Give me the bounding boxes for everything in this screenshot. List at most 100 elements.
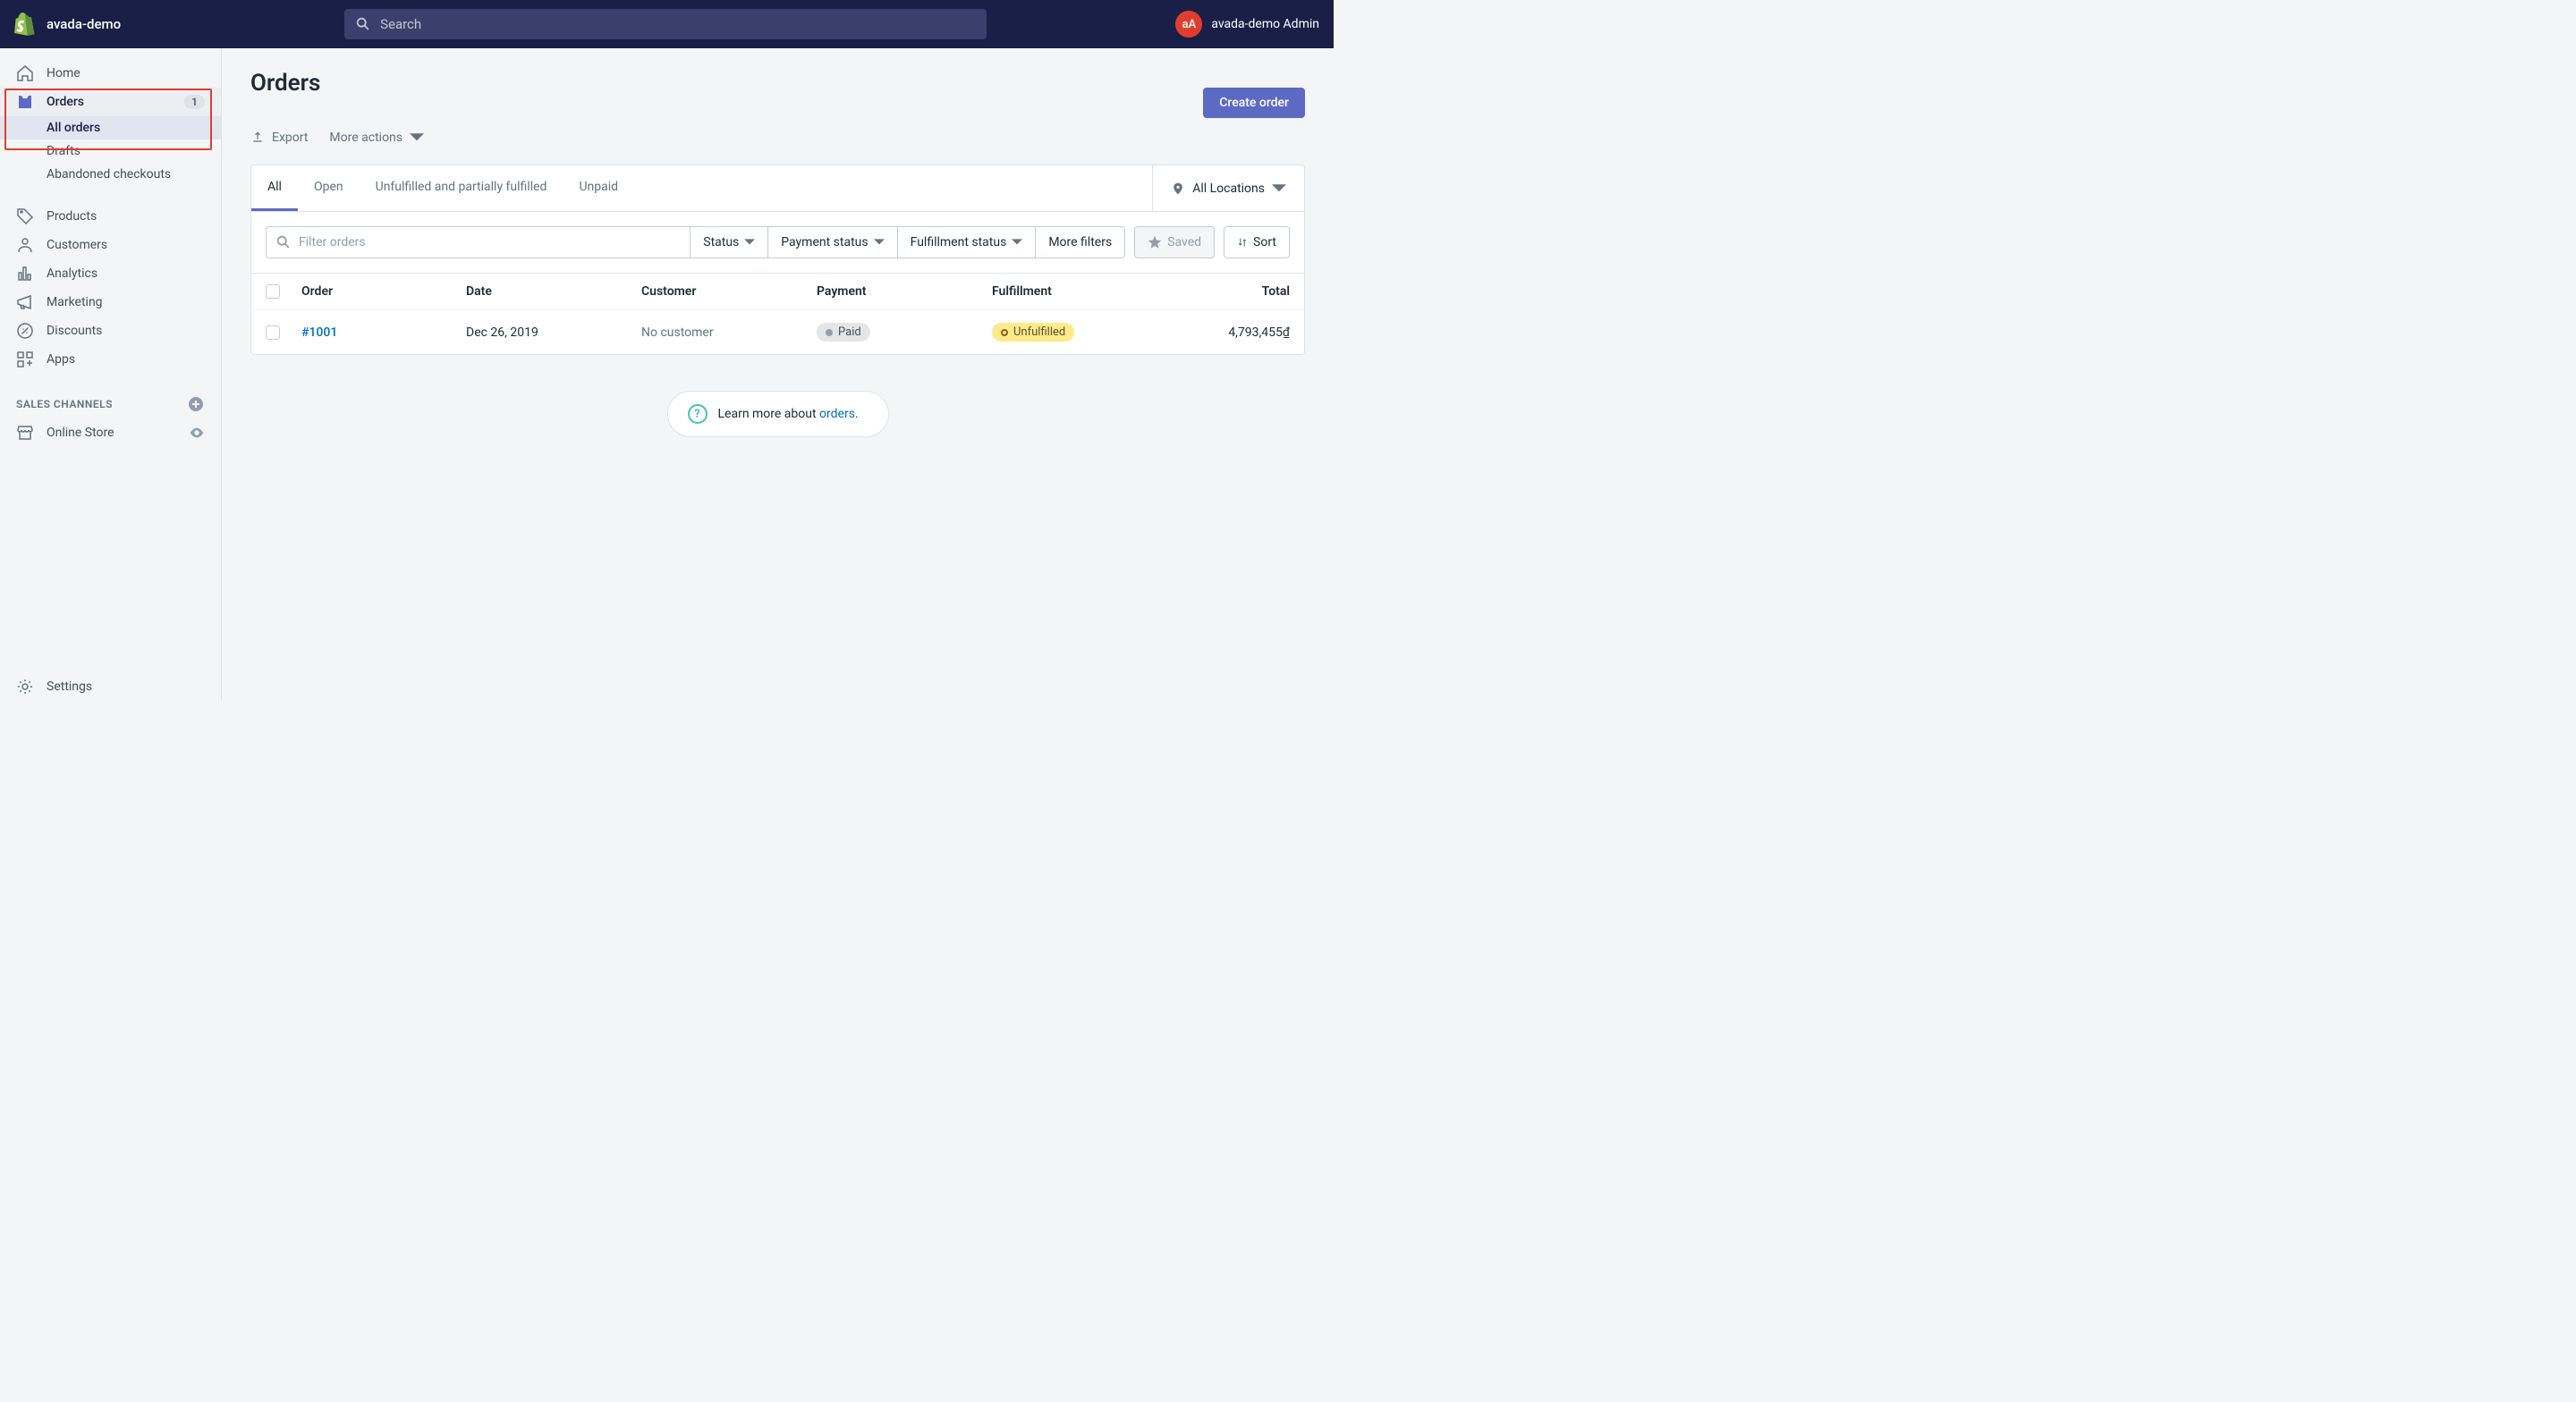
chevron-down-icon [874,237,885,248]
order-link[interactable]: #1001 [301,325,337,340]
filter-orders-input-wrap[interactable] [266,226,691,258]
row-checkbox[interactable] [266,325,280,340]
more-actions-button[interactable]: More actions [329,131,424,145]
sidebar-item-label: Customers [47,238,107,252]
chevron-down-icon [410,131,424,145]
sidebar-item-label: Online Store [47,426,114,440]
tab-all[interactable]: All [251,165,298,211]
apps-icon [16,350,34,368]
sidebar-item-home[interactable]: Home [0,59,221,88]
section-label: SALES CHANNELS [16,398,113,410]
sidebar-item-settings[interactable]: Settings [0,672,221,701]
learn-prefix: Learn more about [718,407,820,421]
store-name: avada-demo [47,16,121,32]
tabs: All Open Unfulfilled and partially fulfi… [251,165,1152,211]
fulfillment-status-filter-button[interactable]: Fulfillment status [898,226,1037,258]
sidebar-sub-all-orders[interactable]: All orders [0,116,221,139]
filter-orders-input[interactable] [299,235,681,249]
learn-more-link[interactable]: orders [819,407,855,421]
sidebar-item-products[interactable]: Products [0,202,221,231]
products-icon [16,207,34,225]
logo-wrap: avada-demo [14,13,121,36]
sidebar-sub-abandoned[interactable]: Abandoned checkouts [0,163,221,186]
chevron-down-icon [1272,182,1286,196]
sidebar-sub-label: All orders [47,121,100,135]
avatar: aA [1175,11,1202,38]
analytics-icon [16,265,34,283]
sidebar-item-online-store[interactable]: Online Store [0,418,221,447]
sidebar-item-label: Marketing [47,295,103,309]
location-label: All Locations [1192,182,1265,196]
tab-open[interactable]: Open [298,165,360,211]
orders-card: All Open Unfulfilled and partially fulfi… [250,165,1305,355]
search-icon [355,16,371,32]
topbar-user[interactable]: aA avada-demo Admin [1175,11,1319,38]
cell-customer: No customer [641,325,817,340]
page-title: Orders [250,70,320,97]
create-order-button[interactable]: Create order [1203,88,1305,118]
table-header: Order Date Customer Payment Fulfillment … [251,273,1304,309]
sidebar-sub-label: Abandoned checkouts [47,167,171,182]
tab-unfulfilled[interactable]: Unfulfilled and partially fulfilled [360,165,564,211]
store-icon [16,424,34,442]
marketing-icon [16,293,34,311]
search-input[interactable] [380,16,976,32]
payment-status-filter-button[interactable]: Payment status [768,226,897,258]
orders-badge: 1 [184,95,205,109]
sidebar-item-orders[interactable]: Orders 1 [0,88,221,116]
add-channel-icon[interactable] [187,395,205,413]
sidebar: Home Orders 1 All orders Drafts Abandone… [0,48,222,701]
admin-name: avada-demo Admin [1211,17,1319,31]
main-content: Orders Create order Export More actions … [222,48,1334,701]
shopify-logo-icon [14,13,36,36]
learn-more-box: ? Learn more about orders. [667,391,889,437]
location-icon [1171,182,1185,196]
help-icon: ? [688,404,708,424]
fulfillment-status-label: Fulfillment status [911,235,1007,249]
saved-filter-button[interactable]: Saved [1134,226,1215,258]
th-customer: Customer [641,284,817,299]
cell-total: 4,793,455₫ [1167,325,1290,340]
more-filters-label: More filters [1048,235,1112,249]
sidebar-item-label: Apps [47,352,75,367]
tab-unpaid[interactable]: Unpaid [563,165,634,211]
chevron-down-icon [1012,237,1022,248]
th-fulfillment: Fulfillment [992,284,1167,299]
fulfillment-badge: Unfulfilled [992,323,1074,342]
th-payment: Payment [817,284,992,299]
sidebar-item-apps[interactable]: Apps [0,345,221,374]
chevron-down-icon [744,237,755,248]
gear-icon [16,678,34,696]
sidebar-sub-label: Drafts [47,144,80,158]
cell-date: Dec 26, 2019 [466,325,641,340]
sort-icon [1237,237,1248,248]
export-button[interactable]: Export [250,131,308,145]
home-icon [16,64,34,82]
select-all-checkbox[interactable] [266,284,280,299]
sort-button[interactable]: Sort [1224,226,1290,258]
sidebar-item-analytics[interactable]: Analytics [0,259,221,288]
sidebar-item-label: Orders [47,95,84,109]
learn-more-text: Learn more about orders. [718,407,859,421]
sidebar-item-label: Settings [47,680,92,694]
more-actions-label: More actions [329,131,402,145]
sidebar-item-label: Analytics [47,266,97,281]
more-filters-button[interactable]: More filters [1036,226,1125,258]
location-filter[interactable]: All Locations [1152,165,1304,211]
sidebar-item-label: Products [47,209,97,224]
payment-badge: Paid [817,323,870,342]
table-row[interactable]: #1001 Dec 26, 2019 No customer Paid Unfu… [251,309,1304,354]
search-wrap [344,9,987,39]
sidebar-sub-drafts[interactable]: Drafts [0,139,221,163]
sales-channels-heading: SALES CHANNELS [0,390,221,418]
payment-status-label: Payment status [781,235,868,249]
th-date: Date [466,284,641,299]
sidebar-item-marketing[interactable]: Marketing [0,288,221,317]
eye-icon[interactable] [189,425,205,441]
status-filter-button[interactable]: Status [691,226,768,258]
sidebar-item-customers[interactable]: Customers [0,231,221,259]
sidebar-item-discounts[interactable]: Discounts [0,317,221,345]
th-total: Total [1167,284,1290,299]
search-box[interactable] [344,9,987,39]
star-icon [1148,235,1162,249]
